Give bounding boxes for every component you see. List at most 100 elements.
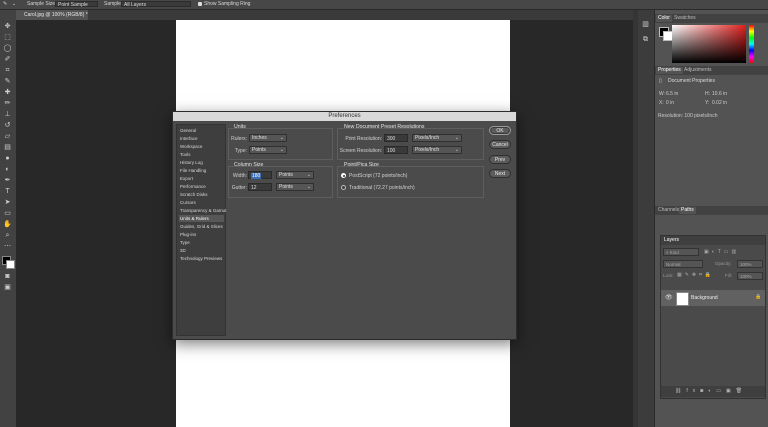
- healing-brush-tool-icon[interactable]: ✚: [3, 88, 12, 97]
- marquee-tool-icon[interactable]: ⬚: [3, 33, 12, 42]
- gutter-input[interactable]: 12: [248, 183, 272, 191]
- shape-tool-icon[interactable]: ▭: [3, 209, 12, 218]
- brush-panel-icon[interactable]: ⧉: [641, 35, 650, 44]
- fill-input[interactable]: 100%: [737, 272, 763, 280]
- category-3d[interactable]: 3D: [179, 247, 224, 254]
- edit-toolbar-icon[interactable]: ⋯: [3, 242, 12, 251]
- document-tab[interactable]: Carol.jpg @ 100% (RGB/8) *: [16, 10, 88, 20]
- history-brush-tool-icon[interactable]: ↺: [3, 121, 12, 130]
- postscript-radio[interactable]: [341, 173, 346, 178]
- category-list: General Interface Workspace Tools Histor…: [176, 124, 226, 336]
- category-scratch-disks[interactable]: Scratch Disks: [179, 191, 224, 198]
- layer-name[interactable]: Background: [691, 295, 718, 301]
- tab-properties[interactable]: Properties: [656, 67, 683, 74]
- category-history-log[interactable]: History Log: [179, 159, 224, 166]
- gradient-tool-icon[interactable]: ▤: [3, 143, 12, 152]
- eraser-tool-icon[interactable]: ▱: [3, 132, 12, 141]
- category-guides-grid-slices[interactable]: Guides, Grid & Slices: [179, 223, 224, 230]
- visibility-eye-icon[interactable]: 👁: [665, 294, 673, 301]
- print-resolution-input[interactable]: 300: [384, 134, 408, 142]
- screen-mode-icon[interactable]: ▣: [3, 283, 12, 292]
- hue-slider[interactable]: [749, 25, 754, 63]
- tab-paths[interactable]: Paths: [679, 207, 696, 214]
- category-performance[interactable]: Performance: [179, 183, 224, 190]
- screen-resolution-input[interactable]: 100: [384, 146, 408, 154]
- layer-action-icons[interactable]: ⛓fx◙◐▭▣🗑: [675, 388, 747, 394]
- category-export[interactable]: Export: [179, 175, 224, 182]
- zoom-tool-icon[interactable]: ⌕: [3, 231, 12, 240]
- tab-channels[interactable]: Channels: [656, 207, 681, 214]
- rulers-select[interactable]: Inches ⌄: [249, 134, 287, 142]
- quick-mask-icon[interactable]: ◙: [3, 272, 12, 281]
- eyedropper-tool-icon[interactable]: ✎: [3, 77, 12, 86]
- layers-panel-title[interactable]: Layers: [664, 237, 679, 243]
- blur-tool-icon[interactable]: ●: [3, 154, 12, 163]
- dodge-tool-icon[interactable]: ◐: [3, 165, 12, 174]
- cancel-button[interactable]: Cancel: [489, 140, 511, 149]
- pen-tool-icon[interactable]: ✒: [3, 176, 12, 185]
- history-panel-icon[interactable]: ▥: [641, 20, 650, 29]
- x-value[interactable]: 0 in: [666, 100, 674, 106]
- ok-button[interactable]: OK: [489, 126, 511, 135]
- category-units-rulers[interactable]: Units & Rulers: [179, 215, 224, 222]
- tab-color[interactable]: Color: [656, 15, 672, 22]
- traditional-radio[interactable]: [341, 185, 346, 190]
- tab-adjustments[interactable]: Adjustments: [682, 67, 714, 74]
- document-tab-bar: [16, 10, 638, 20]
- type-select[interactable]: Points ⌄: [249, 146, 287, 154]
- column-width-input[interactable]: 180: [248, 171, 272, 179]
- crop-tool-icon[interactable]: ⌗: [3, 66, 12, 75]
- category-file-handling[interactable]: File Handling: [179, 167, 224, 174]
- show-sampling-ring-checkbox[interactable]: [198, 2, 202, 6]
- tab-swatches[interactable]: Swatches: [672, 15, 698, 22]
- category-workspace[interactable]: Workspace: [179, 143, 224, 150]
- color-picker-field[interactable]: [672, 25, 746, 63]
- path-select-tool-icon[interactable]: ➤: [3, 198, 12, 207]
- height-value[interactable]: 10.6 in: [712, 91, 727, 97]
- screen-resolution-unit-select[interactable]: Pixels/Inch ⌄: [412, 146, 462, 154]
- category-general[interactable]: General: [179, 127, 224, 134]
- column-width-unit-select[interactable]: Points ⌄: [276, 171, 314, 179]
- layer-filter-icons[interactable]: ▣◐T▭▥: [704, 249, 739, 255]
- layer-kind-filter[interactable]: ⌕ Kind: [663, 248, 699, 256]
- category-cursors[interactable]: Cursors: [179, 199, 224, 206]
- background-color-swatch[interactable]: [6, 260, 15, 269]
- category-plug-ins[interactable]: Plug-ins: [179, 231, 224, 238]
- opacity-input[interactable]: 100%: [737, 260, 763, 268]
- traditional-label[interactable]: Traditional (72.27 points/inch): [349, 185, 415, 191]
- panel-icon-column: ▥ ⧉: [638, 10, 655, 427]
- category-interface[interactable]: Interface: [179, 135, 224, 142]
- height-label: H:: [705, 91, 710, 97]
- print-resolution-unit-select[interactable]: Pixels/Inch ⌄: [412, 134, 462, 142]
- category-tools[interactable]: Tools: [179, 151, 224, 158]
- brush-tool-icon[interactable]: ✏: [3, 99, 12, 108]
- y-value[interactable]: 0.02 in: [712, 100, 727, 106]
- chevron-down-icon: ⌄: [279, 135, 284, 141]
- blend-mode-select[interactable]: Normal: [663, 260, 703, 268]
- sample-select[interactable]: All Layers: [121, 1, 191, 8]
- units-title: Units: [234, 124, 246, 130]
- gutter-unit-select[interactable]: Points ⌄: [276, 183, 314, 191]
- layer-row[interactable]: 👁 Background 🔒: [661, 290, 765, 306]
- clone-stamp-tool-icon[interactable]: ⊥: [3, 110, 12, 119]
- next-button[interactable]: Next: [489, 169, 511, 178]
- tool-preset-dropdown-icon[interactable]: ⌄: [12, 1, 16, 7]
- sample-size-select[interactable]: Point Sample: [55, 1, 98, 8]
- postscript-label[interactable]: PostScript (72 points/inch): [349, 173, 407, 179]
- eyedropper-tool-icon[interactable]: ✎: [3, 1, 7, 7]
- color-panel-tabs: Color Swatches: [655, 14, 768, 23]
- lasso-tool-icon[interactable]: ◯: [3, 44, 12, 53]
- category-type[interactable]: Type: [179, 239, 224, 246]
- move-tool-icon[interactable]: ✥: [3, 22, 12, 31]
- lock-icons[interactable]: ▦✎✥⌗🔒: [677, 272, 714, 278]
- width-value[interactable]: 6.5 in: [666, 91, 678, 97]
- hand-tool-icon[interactable]: ✋: [3, 220, 12, 229]
- tools-panel: ✥ ⬚ ◯ ✐ ⌗ ✎ ✚ ✏ ⊥ ↺ ▱ ▤ ● ◐ ✒ T ➤ ▭ ✋ ⌕ …: [0, 10, 17, 427]
- type-tool-icon[interactable]: T: [3, 187, 12, 196]
- prev-button[interactable]: Prev: [489, 155, 511, 164]
- screen-resolution-unit: Pixels/Inch: [415, 147, 440, 153]
- point-pica-title: Point/Pica Size: [344, 162, 379, 168]
- quick-select-tool-icon[interactable]: ✐: [3, 55, 12, 64]
- category-technology-previews[interactable]: Technology Previews: [179, 255, 224, 262]
- category-transparency-gamut[interactable]: Transparency & Gamut: [179, 207, 226, 214]
